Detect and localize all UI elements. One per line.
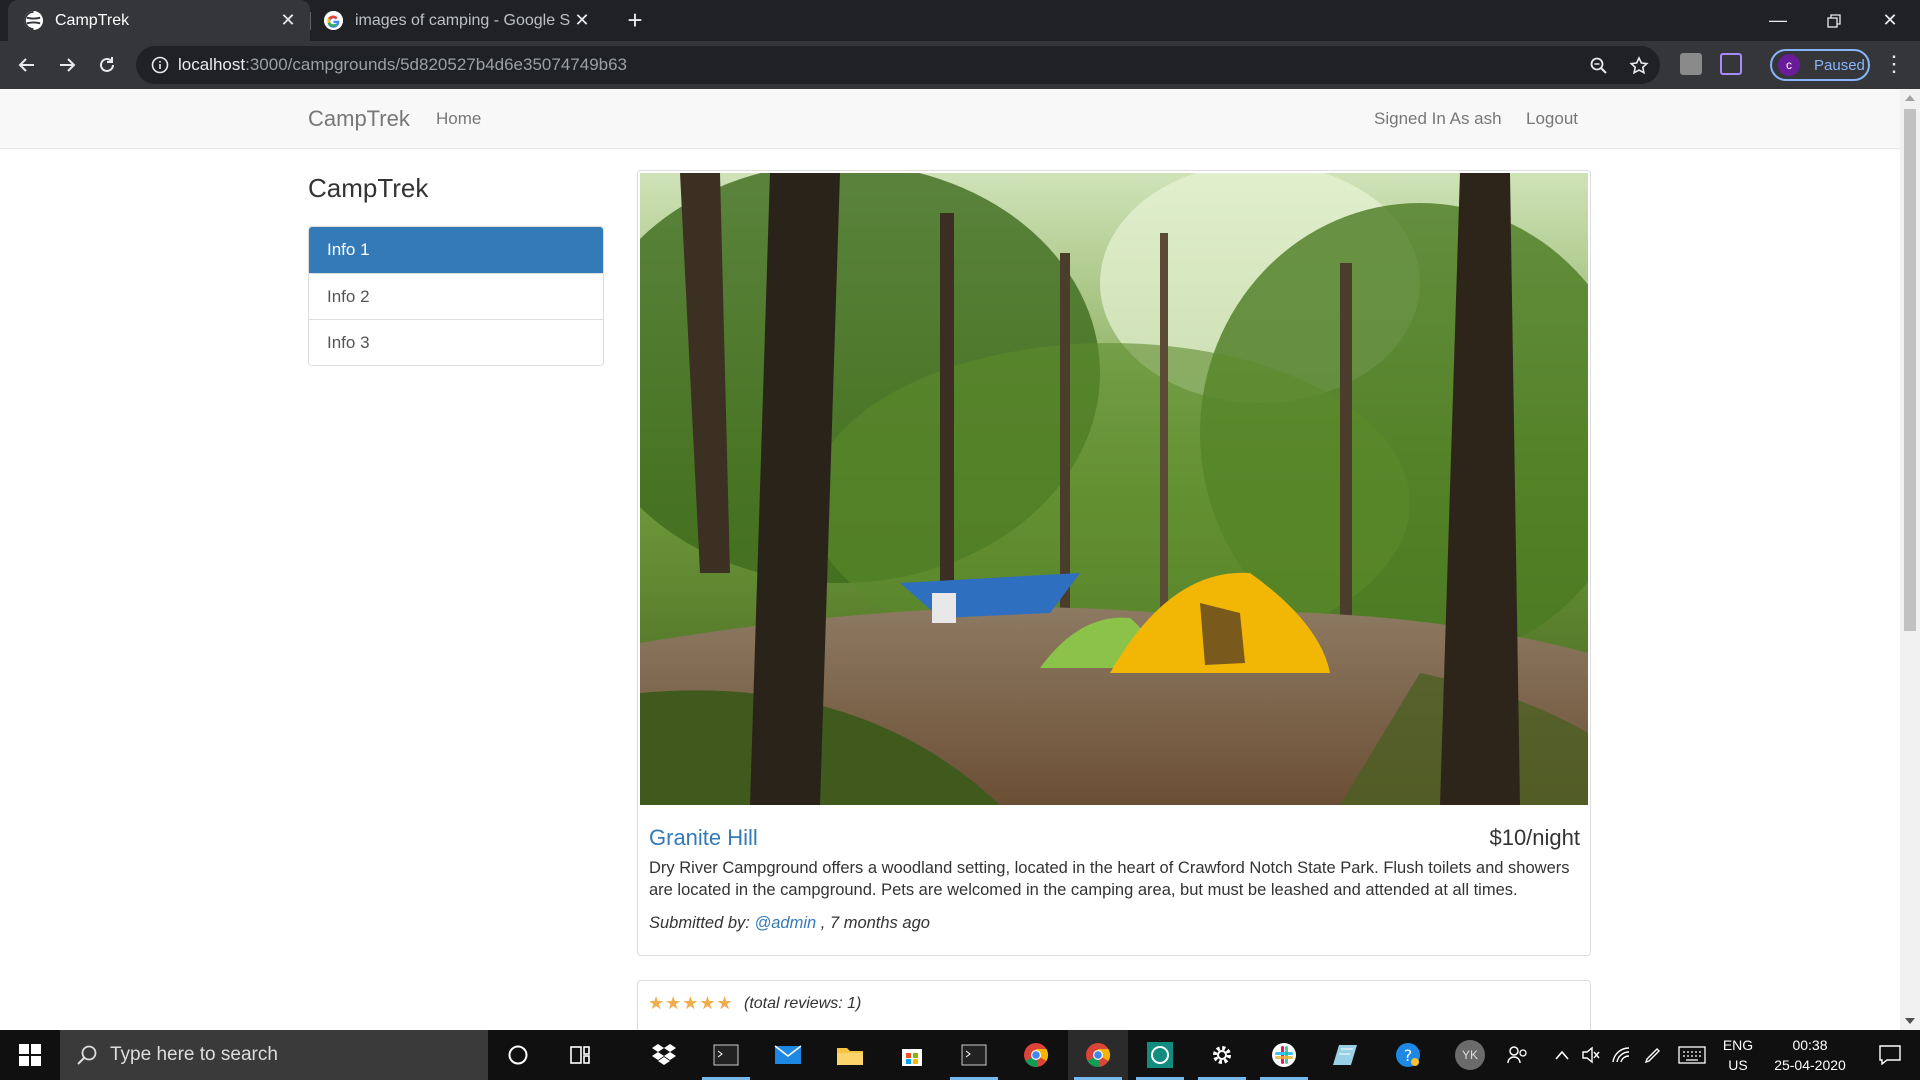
windows-start-icon[interactable] [0, 1030, 60, 1080]
page-scrollbar[interactable] [1900, 89, 1920, 1030]
globe-icon [24, 11, 43, 30]
nav-home-link[interactable]: Home [436, 109, 481, 129]
sidebar-list: Info 1 Info 2 Info 3 [308, 226, 604, 366]
search-icon [76, 1044, 98, 1066]
campground-price: $10/night [1489, 825, 1580, 850]
input-language[interactable]: ENG US [1716, 1035, 1760, 1075]
store-icon[interactable] [882, 1030, 942, 1080]
svg-text:?: ? [1404, 1046, 1413, 1065]
submitted-time: , 7 months ago [816, 914, 930, 932]
tab-camptrek[interactable]: CampTrek ✕ [8, 0, 310, 41]
zoom-icon[interactable] [1588, 55, 1610, 77]
task-view-icon[interactable] [550, 1030, 610, 1080]
minimize-icon[interactable]: — [1750, 0, 1806, 41]
author-link[interactable]: @admin [754, 914, 816, 932]
submitted-by: Submitted by: @admin , 7 months ago [649, 914, 930, 933]
language-code: ENG [1722, 1037, 1754, 1053]
campground-description: Dry River Campground offers a woodland s… [649, 859, 1570, 899]
mail-icon[interactable] [758, 1030, 818, 1080]
total-reviews: (total reviews: 1) [744, 995, 862, 1012]
url-host: localhost [178, 55, 246, 74]
user-avatar[interactable]: YK [1440, 1030, 1500, 1080]
signed-in-text[interactable]: Signed In As ash [1374, 109, 1502, 129]
back-arrow-icon[interactable] [12, 50, 42, 80]
sidebar-item-info-1[interactable]: Info 1 [309, 227, 603, 273]
rating-stars-icon: ★★★★★ [648, 993, 734, 1013]
profile-avatar: c [1778, 54, 1800, 76]
volume-muted-icon[interactable] [1578, 1030, 1604, 1080]
terminal-icon[interactable] [696, 1030, 756, 1080]
forward-arrow-icon[interactable] [52, 50, 82, 80]
scroll-up-arrow-icon[interactable] [1905, 95, 1915, 101]
browser-menu-icon[interactable]: ⋮ [1882, 53, 1906, 77]
notes-app-icon[interactable] [1316, 1030, 1376, 1080]
dropbox-icon[interactable] [634, 1030, 694, 1080]
scrollbar-thumb[interactable] [1904, 109, 1916, 631]
bookmark-star-icon[interactable] [1628, 55, 1650, 77]
chevron-up-icon[interactable] [1550, 1030, 1574, 1080]
taskbar-search[interactable]: Type here to search [60, 1030, 488, 1080]
extension-camera-icon[interactable] [1720, 53, 1742, 75]
campground-name[interactable]: Granite Hill [649, 825, 758, 851]
whatsapp-icon[interactable] [1130, 1030, 1190, 1080]
url-path: :3000/campgrounds/5d820527b4d6e35074749b… [245, 55, 628, 74]
address-bar[interactable]: localhost:3000/campgrounds/5d820527b4d6e… [136, 46, 1660, 84]
close-tab-icon[interactable]: ✕ [570, 9, 594, 33]
terminal-icon[interactable] [944, 1030, 1004, 1080]
help-icon[interactable]: ? [1378, 1030, 1438, 1080]
pen-icon[interactable] [1640, 1030, 1666, 1080]
keyboard-icon[interactable] [1676, 1030, 1708, 1080]
logout-link[interactable]: Logout [1526, 109, 1578, 129]
close-window-icon[interactable]: ✕ [1862, 0, 1918, 41]
profile-status: Paused [1814, 56, 1865, 74]
notifications-icon[interactable] [1866, 1030, 1914, 1080]
clock-time: 00:38 [1792, 1037, 1828, 1053]
sidebar-item-info-2[interactable]: Info 2 [309, 273, 603, 319]
system-clock[interactable]: 00:38 25-04-2020 [1760, 1035, 1860, 1075]
reviews-panel: ★★★★★ (total reviews: 1) [637, 980, 1591, 1030]
region-code: US [1728, 1057, 1748, 1073]
settings-gear-icon[interactable] [1192, 1030, 1252, 1080]
submitted-prefix: Submitted by: [649, 914, 755, 932]
windows-taskbar: Type here to search ? YK ENG US 00:38 25… [0, 1030, 1920, 1080]
site-info-icon[interactable] [150, 55, 170, 75]
browser-toolbar: localhost:3000/campgrounds/5d820527b4d6e… [0, 41, 1920, 89]
avatar-initials: YK [1455, 1040, 1485, 1070]
cortana-icon[interactable] [488, 1030, 548, 1080]
slack-icon[interactable] [1254, 1030, 1314, 1080]
tab-title: CampTrek [55, 11, 130, 29]
search-placeholder: Type here to search [110, 1044, 278, 1065]
restore-icon[interactable] [1806, 0, 1862, 41]
page-viewport: CampTrek Home Signed In As ash Logout Ca… [0, 89, 1920, 1030]
clock-date: 25-04-2020 [1774, 1057, 1846, 1073]
tab-divider [310, 12, 311, 30]
people-icon[interactable] [1502, 1030, 1534, 1080]
campground-card: Granite Hill $10/night Dry River Campgro… [637, 170, 1591, 956]
reload-icon[interactable] [92, 50, 122, 80]
extension-icon[interactable] [1680, 53, 1702, 75]
scroll-down-arrow-icon[interactable] [1905, 1018, 1915, 1024]
sidebar-title: CampTrek [308, 173, 429, 203]
chrome-icon[interactable] [1006, 1030, 1066, 1080]
tab-google-search[interactable]: images of camping - Google Sea ✕ [314, 0, 604, 41]
profile-button[interactable]: c Paused [1770, 49, 1870, 81]
new-tab-plus-icon[interactable]: + [622, 7, 648, 34]
sidebar-item-info-3[interactable]: Info 3 [309, 319, 603, 365]
wifi-icon[interactable] [1608, 1030, 1634, 1080]
tab-title: images of camping - Google Sea [355, 11, 570, 29]
url-text: localhost:3000/campgrounds/5d820527b4d6e… [178, 55, 627, 75]
browser-tab-strip: CampTrek ✕ images of camping - Google Se… [0, 0, 1920, 41]
campground-photo [640, 173, 1588, 805]
chrome-active-icon[interactable] [1068, 1030, 1128, 1080]
google-icon [324, 11, 343, 30]
site-navbar: CampTrek Home Signed In As ash Logout [0, 89, 1900, 149]
file-explorer-icon[interactable] [820, 1030, 880, 1080]
navbar-brand[interactable]: CampTrek [308, 106, 410, 132]
close-tab-icon[interactable]: ✕ [276, 9, 300, 33]
